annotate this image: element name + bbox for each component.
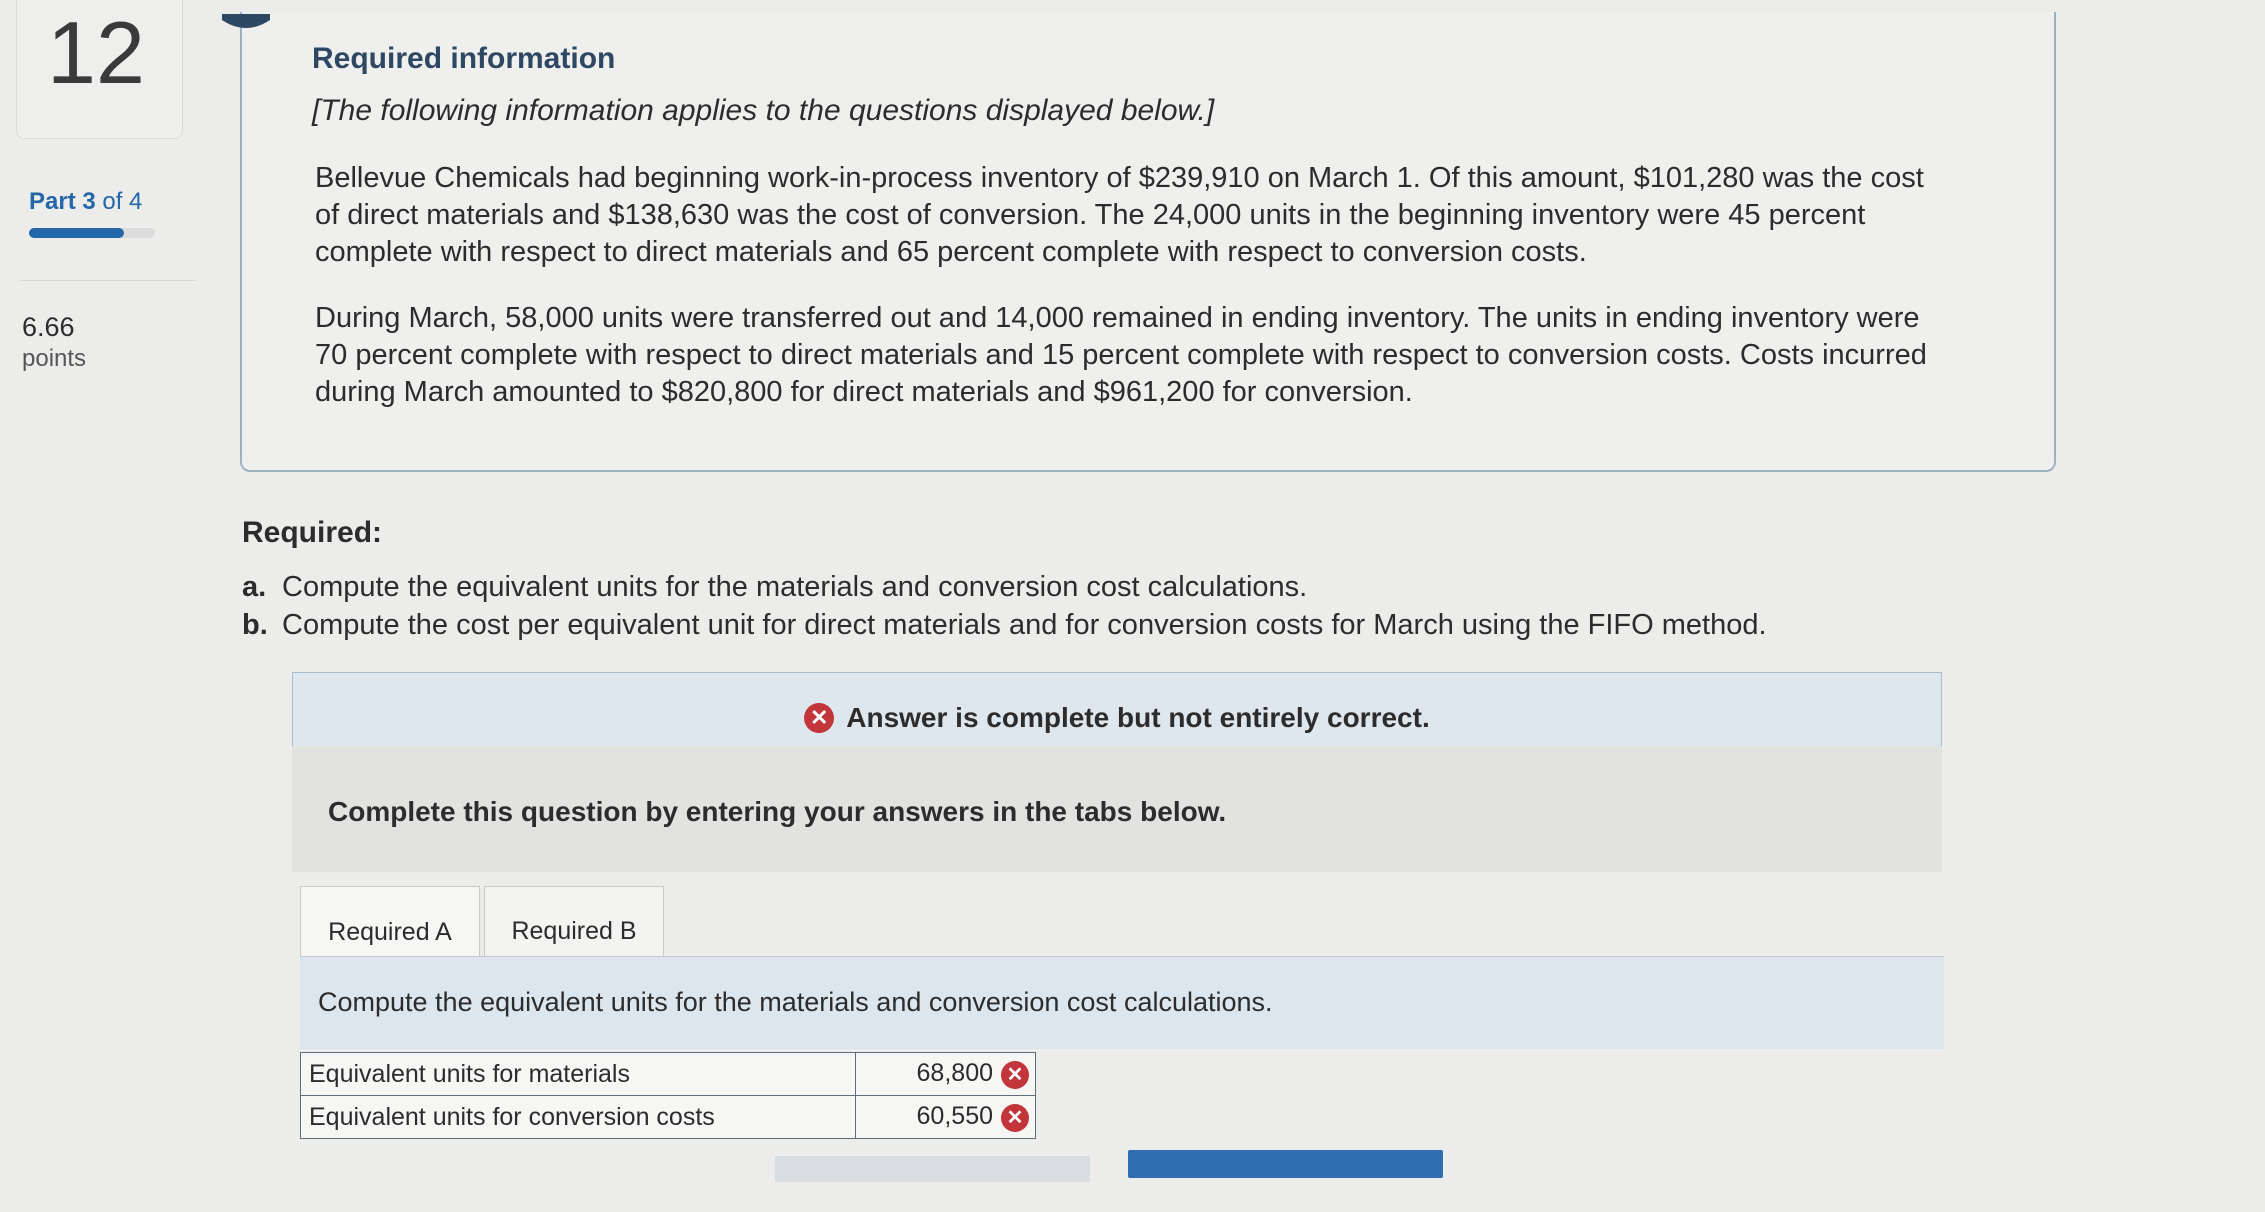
part-prefix: Part 3 [29,188,96,215]
points-value: 6.66 [22,312,75,342]
required-item-marker: a. [242,571,267,603]
required-item-a: a. Compute the equivalent units for the m… [242,568,1767,606]
question-number-card: 12 [16,0,183,139]
part-progress-bar [29,228,155,238]
incorrect-icon: ✕ [1001,1103,1029,1132]
required-heading: Required: [242,516,383,549]
question-number: 12 [47,3,145,102]
tab-prompt: Compute the equivalent units for the mat… [318,987,1273,1017]
points-label: points [22,345,87,372]
required-list: a. Compute the equivalent units for the m… [242,568,1767,644]
x-circle-icon: ✕ [804,703,835,733]
info-paragraph-1: Bellevue Chemicals had beginning work-in… [315,162,1924,268]
answer-table: Equivalent units for materials 68,800 ✕ E… [300,1052,1036,1139]
required-item-text: Compute the equivalent units for the mat… [282,571,1308,603]
rail-divider [20,280,195,281]
answer-value: 68,800 [916,1059,993,1088]
required-item-text: Compute the cost per equivalent unit for… [282,609,1767,641]
answer-value: 60,550 [916,1102,993,1131]
next-button[interactable] [1128,1150,1443,1178]
instructions-panel: Complete this question by entering your … [292,746,1942,872]
answer-input-materials[interactable]: 68,800 ✕ [855,1052,1036,1096]
table-row: Equivalent units for materials 68,800 ✕ [300,1052,1036,1096]
part-suffix: of 4 [102,188,143,215]
instructions-text: Complete this question by entering your … [328,796,1227,827]
row-label: Equivalent units for materials [300,1052,856,1096]
row-label: Equivalent units for conversion costs [300,1095,856,1139]
required-information-heading: Required information [312,42,616,75]
bookmark-flag-icon[interactable] [222,14,270,32]
tab-content-panel: Compute the equivalent units for the mat… [300,956,1944,1049]
required-item-b: b. Compute the cost per equivalent unit f… [242,606,1767,644]
part-progress-fill [29,228,124,238]
incorrect-icon: ✕ [1001,1060,1029,1089]
answer-input-conversion[interactable]: 60,550 ✕ [855,1095,1036,1139]
part-indicator: Part 3 of 4 [29,188,142,216]
info-paragraph-2: During March, 58,000 units were transfer… [315,302,1927,408]
info-intro: [The following information applies to th… [312,94,1215,127]
prev-button[interactable] [775,1156,1090,1182]
required-item-marker: b. [242,609,268,641]
answer-status-text: Answer is complete but not entirely corr… [846,702,1430,733]
table-row: Equivalent units for conversion costs 60… [300,1095,1036,1139]
